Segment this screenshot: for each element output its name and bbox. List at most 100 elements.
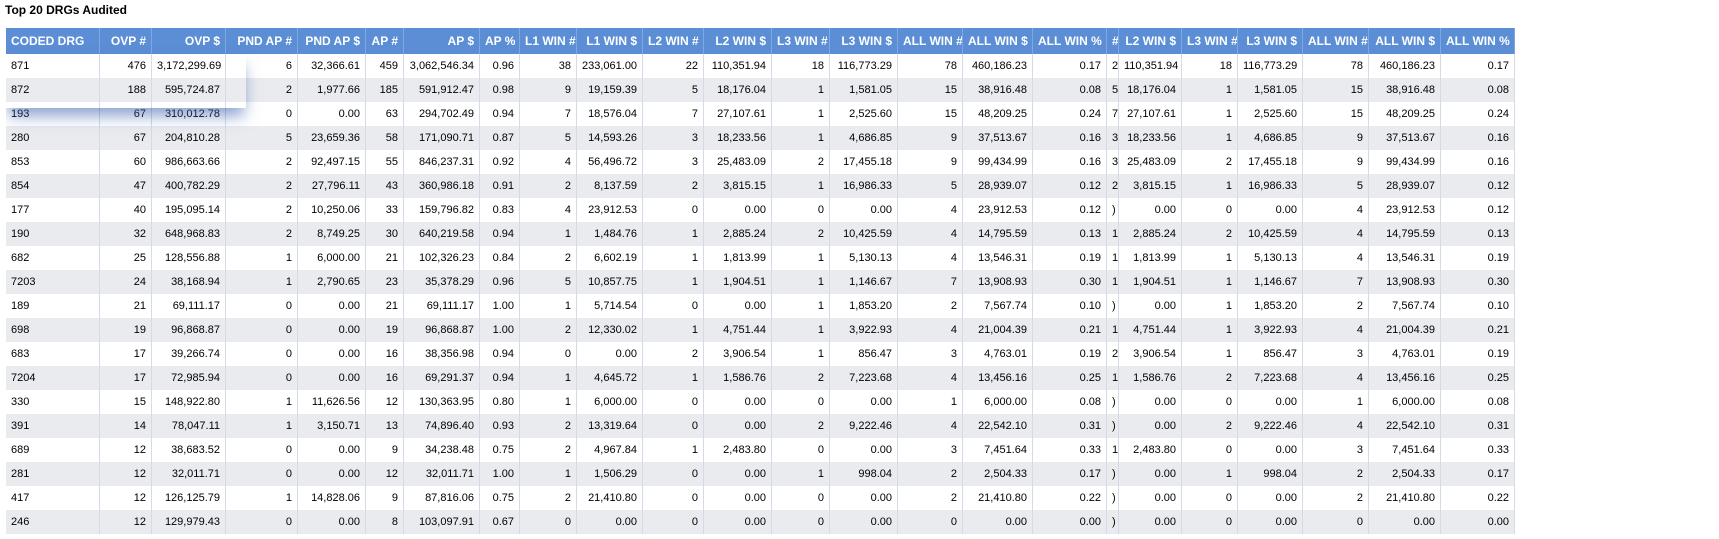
- column-header-pnd-ap-3[interactable]: PND AP #: [226, 28, 298, 54]
- cell-all-win-16: 0.19: [1033, 342, 1107, 366]
- cell-ovp-2: 32,011.71: [152, 462, 226, 486]
- cell-coded-drg-0: 689: [6, 438, 100, 462]
- cell-ap-5: 33: [366, 198, 404, 222]
- column-header-l3-win-12[interactable]: L3 WIN #: [772, 28, 830, 54]
- cell-l1-win-9: 0.00: [577, 342, 643, 366]
- cell-ap-5: 185: [366, 78, 404, 102]
- cell-l3-win-13: 2,525.60: [830, 102, 898, 126]
- cell-l2-win-10: 2: [643, 174, 704, 198]
- column-header-ovp-2[interactable]: OVP $: [152, 28, 226, 54]
- cell-all-win-15: 6,000.00: [963, 390, 1033, 414]
- cell-ap-7: 0.67: [480, 510, 520, 534]
- column-header-ap-6[interactable]: AP $: [404, 28, 480, 54]
- cell-ap-5: 21: [366, 294, 404, 318]
- column-header-l1-win-8[interactable]: L1 WIN #: [520, 28, 577, 54]
- cell-ap-6: 846,237.31: [404, 150, 480, 174]
- cell-all-win-21: 2: [1303, 486, 1369, 510]
- cell-all-win-15: 28,939.07: [963, 174, 1033, 198]
- column-header-all-win-21[interactable]: ALL WIN #: [1303, 28, 1369, 54]
- column-header-all-win-22[interactable]: ALL WIN $: [1369, 28, 1441, 54]
- cell-l3-win-20: 10,425.59: [1238, 222, 1303, 246]
- column-header-ap-7[interactable]: AP %: [480, 28, 520, 54]
- cell-l3-win-12: 0: [772, 198, 830, 222]
- column-header-all-win-15[interactable]: ALL WIN $: [963, 28, 1033, 54]
- cell-all-win-16: 0.25: [1033, 366, 1107, 390]
- cell-ovp-1: 12: [100, 462, 152, 486]
- cell-l2-win-10: 5: [643, 78, 704, 102]
- cell-all-win-22: 7,451.64: [1369, 438, 1441, 462]
- cell-ovp-1: 17: [100, 342, 152, 366]
- cell-ovp-1: 25: [100, 246, 152, 270]
- cell-pnd-ap-4: 0.00: [298, 342, 366, 366]
- column-header-coded-drg-0[interactable]: CODED DRG: [6, 28, 100, 54]
- column-header-all-win-16[interactable]: ALL WIN %: [1033, 28, 1107, 54]
- column-header-l2-win-18[interactable]: L2 WIN $: [1119, 28, 1182, 54]
- cell-ap-6: 34,238.48: [404, 438, 480, 462]
- cell-l3-win-13: 3,922.93: [830, 318, 898, 342]
- cell-l2-win-10: 0: [643, 390, 704, 414]
- column-header-l2-win-11[interactable]: L2 WIN $: [704, 28, 772, 54]
- cell-all-win-14: 2: [898, 294, 963, 318]
- cell-l3-win-12: 2: [772, 366, 830, 390]
- cell-l2-win-18: 27,107.61: [1119, 102, 1182, 126]
- cell-ap-5: 12: [366, 390, 404, 414]
- cell-all-win-21: 7: [1303, 270, 1369, 294]
- cell-all-win-16: 0.17: [1033, 54, 1107, 78]
- cell-all-win-16: 0.08: [1033, 78, 1107, 102]
- cell-ovp-2: 310,012.78: [152, 102, 226, 126]
- cell-l1-win-8: 2: [520, 246, 577, 270]
- cell-l3-win-20: 1,853.20: [1238, 294, 1303, 318]
- column-header-ovp-1[interactable]: OVP #: [100, 28, 152, 54]
- column-header-all-win-14[interactable]: ALL WIN #: [898, 28, 963, 54]
- cell-all-win-15: 37,513.67: [963, 126, 1033, 150]
- cell-all-win-21: 4: [1303, 414, 1369, 438]
- cell-l1-win-8: 2: [520, 318, 577, 342]
- cell-ovp-2: 986,663.66: [152, 150, 226, 174]
- cell-ovp-2: 38,168.94: [152, 270, 226, 294]
- cell-l3-win-20: 2,525.60: [1238, 102, 1303, 126]
- cell-ap-7: 0.75: [480, 438, 520, 462]
- cell-all-win-21: 2: [1303, 462, 1369, 486]
- cell-all-win-23: 0.16: [1441, 126, 1515, 150]
- cell-l2-win-11: 0.00: [704, 486, 772, 510]
- column-header-l3-win-13[interactable]: L3 WIN $: [830, 28, 898, 54]
- cell-ap-5: 12: [366, 462, 404, 486]
- column-header-l3-win-20[interactable]: L3 WIN $: [1238, 28, 1303, 54]
- column-header-col-17[interactable]: #: [1107, 28, 1119, 54]
- cell-all-win-14: 4: [898, 414, 963, 438]
- cell-l2-win-18: 1,813.99: [1119, 246, 1182, 270]
- cell-l1-win-8: 2: [520, 438, 577, 462]
- cell-ovp-2: 195,095.14: [152, 198, 226, 222]
- cell-col-17: 3: [1107, 126, 1119, 150]
- cell-ap-6: 360,986.18: [404, 174, 480, 198]
- cell-col-17: 3: [1107, 150, 1119, 174]
- cell-all-win-15: 21,004.39: [963, 318, 1033, 342]
- column-header-l2-win-10[interactable]: L2 WIN #: [643, 28, 704, 54]
- cell-l2-win-10: 0: [643, 486, 704, 510]
- cell-l1-win-8: 2: [520, 174, 577, 198]
- cell-col-17: ): [1107, 462, 1119, 486]
- cell-col-17: 1: [1107, 270, 1119, 294]
- cell-ovp-2: 39,266.74: [152, 342, 226, 366]
- column-header-l1-win-9[interactable]: L1 WIN $: [577, 28, 643, 54]
- cell-l3-win-12: 0: [772, 438, 830, 462]
- cell-ovp-1: 12: [100, 438, 152, 462]
- column-header-l3-win-19[interactable]: L3 WIN #: [1182, 28, 1238, 54]
- cell-l3-win-19: 1: [1182, 342, 1238, 366]
- cell-all-win-23: 0.33: [1441, 438, 1515, 462]
- column-header-all-win-23[interactable]: ALL WIN %: [1441, 28, 1515, 54]
- cell-ap-6: 87,816.06: [404, 486, 480, 510]
- cell-coded-drg-0: 417: [6, 486, 100, 510]
- cell-l2-win-11: 0.00: [704, 198, 772, 222]
- cell-ap-5: 16: [366, 342, 404, 366]
- cell-l3-win-12: 1: [772, 462, 830, 486]
- cell-l2-win-11: 4,751.44: [704, 318, 772, 342]
- cell-l3-win-12: 1: [772, 126, 830, 150]
- cell-ap-5: 19: [366, 318, 404, 342]
- cell-l3-win-19: 2: [1182, 150, 1238, 174]
- column-header-pnd-ap-4[interactable]: PND AP $: [298, 28, 366, 54]
- column-header-ap-5[interactable]: AP #: [366, 28, 404, 54]
- cell-ovp-2: 3,172,299.69: [152, 54, 226, 78]
- cell-coded-drg-0: 280: [6, 126, 100, 150]
- cell-l2-win-18: 0.00: [1119, 486, 1182, 510]
